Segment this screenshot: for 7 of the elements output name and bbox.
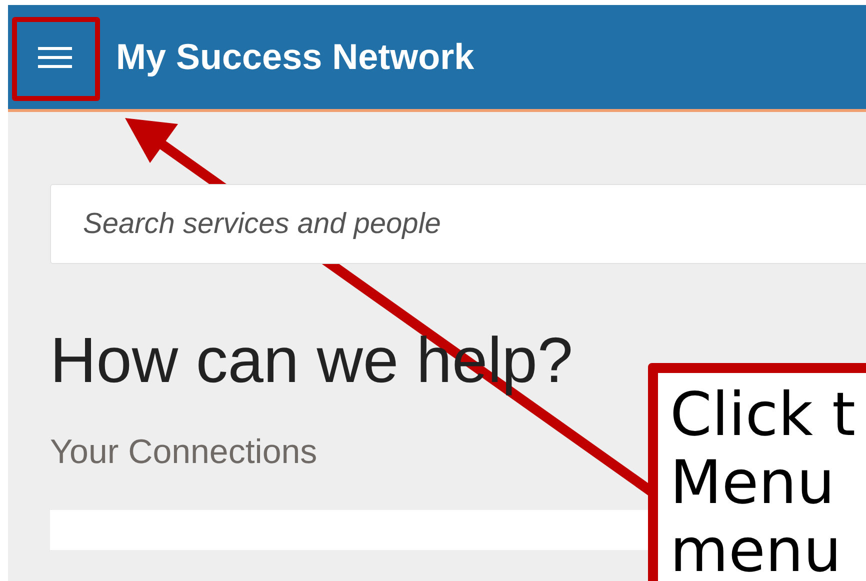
menu-icon xyxy=(38,45,72,69)
section-title: Your Connections xyxy=(50,432,318,472)
callout-text: Click t xyxy=(670,381,856,449)
callout-text: menu xyxy=(670,517,842,581)
callout-text: Menu xyxy=(670,449,835,517)
app-title: My Success Network xyxy=(116,36,474,78)
search-field[interactable]: Search services and people xyxy=(50,184,866,264)
